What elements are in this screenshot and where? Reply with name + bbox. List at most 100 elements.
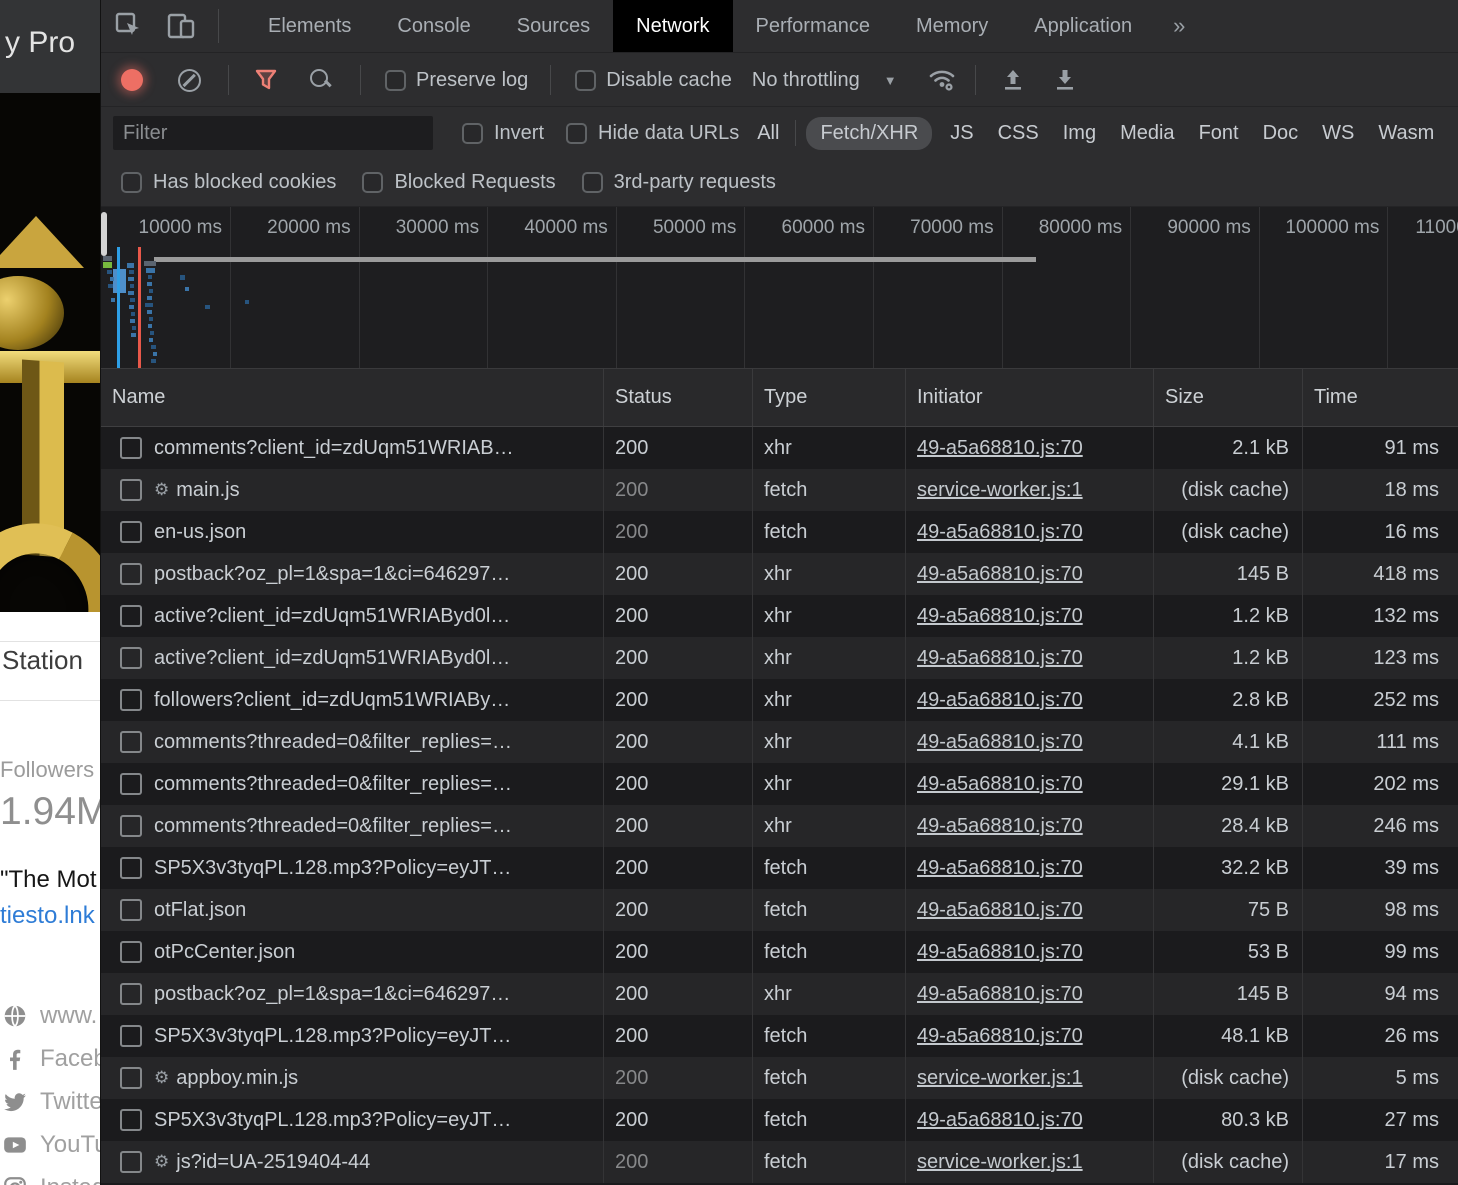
social-link[interactable]: Twitte <box>2 1080 100 1123</box>
inspect-element-icon[interactable] <box>114 11 144 41</box>
clear-network-log-icon[interactable] <box>178 69 201 92</box>
filter-type-doc[interactable]: Doc <box>1263 122 1299 145</box>
initiator-link[interactable]: 49-a5a68810.js:70 <box>917 437 1083 460</box>
initiator-link[interactable]: service-worker.js:1 <box>917 1151 1083 1174</box>
row-checkbox[interactable] <box>120 983 142 1005</box>
chevron-down-icon[interactable]: ▼ <box>884 73 897 88</box>
initiator-link[interactable]: 49-a5a68810.js:70 <box>917 1109 1083 1132</box>
3rd-party-requests-checkbox[interactable] <box>582 172 603 193</box>
request-name-cell[interactable]: active?client_id=zdUqm51WRIAByd0l… <box>101 637 604 679</box>
search-icon[interactable] <box>309 68 333 92</box>
initiator-link[interactable]: 49-a5a68810.js:70 <box>917 731 1083 754</box>
import-har-icon[interactable] <box>1000 67 1026 93</box>
record-network-log-button[interactable] <box>121 69 143 91</box>
row-checkbox[interactable] <box>120 1025 142 1047</box>
table-row[interactable]: ⚙js?id=UA-2519404-44200fetchservice-work… <box>101 1141 1458 1183</box>
column-header-type[interactable]: Type <box>753 369 906 426</box>
filter-type-all[interactable]: All <box>757 122 779 145</box>
tab-sources[interactable]: Sources <box>494 0 613 52</box>
request-name-cell[interactable]: comments?threaded=0&filter_replies=… <box>101 805 604 847</box>
request-name-cell[interactable]: SP5X3v3tyqPL.128.mp3?Policy=eyJT… <box>101 1099 604 1141</box>
export-har-icon[interactable] <box>1052 67 1078 93</box>
disable-cache-checkbox[interactable] <box>575 70 596 91</box>
request-name-cell[interactable]: comments?client_id=zdUqm51WRIAB… <box>101 427 604 469</box>
row-checkbox[interactable] <box>120 437 142 459</box>
table-row[interactable]: followers?client_id=zdUqm51WRIABy…200xhr… <box>101 679 1458 721</box>
initiator-link[interactable]: 49-a5a68810.js:70 <box>917 815 1083 838</box>
request-name-cell[interactable]: SP5X3v3tyqPL.128.mp3?Policy=eyJT… <box>101 847 604 889</box>
table-row[interactable]: postback?oz_pl=1&spa=1&ci=646297…200xhr4… <box>101 973 1458 1015</box>
filter-type-fetch-xhr[interactable]: Fetch/XHR <box>806 117 932 150</box>
column-header-status[interactable]: Status <box>604 369 753 426</box>
filter-type-media[interactable]: Media <box>1120 122 1174 145</box>
table-row[interactable]: en-us.json200fetch49-a5a68810.js:70(disk… <box>101 511 1458 553</box>
row-checkbox[interactable] <box>120 731 142 753</box>
initiator-link[interactable]: 49-a5a68810.js:70 <box>917 899 1083 922</box>
table-row[interactable]: SP5X3v3tyqPL.128.mp3?Policy=eyJT…200fetc… <box>101 847 1458 889</box>
filter-type-js[interactable]: JS <box>950 122 973 145</box>
request-name-cell[interactable]: comments?threaded=0&filter_replies=… <box>101 763 604 805</box>
network-overview-timeline[interactable]: 10000 ms20000 ms30000 ms40000 ms50000 ms… <box>101 207 1458 369</box>
table-row[interactable]: SP5X3v3tyqPL.128.mp3?Policy=eyJT…200fetc… <box>101 1015 1458 1057</box>
row-checkbox[interactable] <box>120 689 142 711</box>
request-name-cell[interactable]: en-us.json <box>101 511 604 553</box>
bio-link[interactable]: tiesto.lnk <box>0 902 95 930</box>
table-row[interactable]: postback?oz_pl=1&spa=1&ci=646297…200xhr4… <box>101 553 1458 595</box>
initiator-link[interactable]: 49-a5a68810.js:70 <box>917 605 1083 628</box>
request-name-cell[interactable]: ⚙js?id=UA-2519404-44 <box>101 1141 604 1183</box>
initiator-link[interactable]: 49-a5a68810.js:70 <box>917 983 1083 1006</box>
social-link[interactable]: YouTu <box>2 1123 100 1166</box>
filter-type-wasm[interactable]: Wasm <box>1378 122 1434 145</box>
row-checkbox[interactable] <box>120 773 142 795</box>
row-checkbox[interactable] <box>120 857 142 879</box>
row-checkbox[interactable] <box>120 563 142 585</box>
social-link[interactable]: www. <box>2 994 100 1037</box>
social-link[interactable]: Faceb <box>2 1037 100 1080</box>
hide-data-urls-checkbox[interactable] <box>566 123 587 144</box>
column-header-time[interactable]: Time <box>1303 369 1458 426</box>
try-pro-button[interactable]: y Pro <box>5 26 75 60</box>
request-name-cell[interactable]: comments?threaded=0&filter_replies=… <box>101 721 604 763</box>
device-toolbar-icon[interactable] <box>166 11 196 41</box>
filter-type-ws[interactable]: WS <box>1322 122 1354 145</box>
filter-type-img[interactable]: Img <box>1063 122 1096 145</box>
table-row[interactable]: ⚙main.js200fetchservice-worker.js:1(disk… <box>101 469 1458 511</box>
request-name-cell[interactable]: SP5X3v3tyqPL.128.mp3?Policy=eyJT… <box>101 1015 604 1057</box>
request-name-cell[interactable]: otPcCenter.json <box>101 931 604 973</box>
initiator-link[interactable]: service-worker.js:1 <box>917 479 1083 502</box>
tab-station[interactable]: Station <box>2 645 83 676</box>
initiator-link[interactable]: 49-a5a68810.js:70 <box>917 857 1083 880</box>
tab-network[interactable]: Network <box>613 0 732 52</box>
invert-checkbox[interactable] <box>462 123 483 144</box>
throttling-select[interactable]: No throttling <box>752 69 860 92</box>
blocked-requests-checkbox[interactable] <box>362 172 383 193</box>
table-row[interactable]: otFlat.json200fetch49-a5a68810.js:7075 B… <box>101 889 1458 931</box>
filter-type-font[interactable]: Font <box>1199 122 1239 145</box>
column-header-name[interactable]: Name <box>101 369 604 426</box>
row-checkbox[interactable] <box>120 899 142 921</box>
social-link[interactable]: Instag <box>2 1166 100 1185</box>
request-name-cell[interactable]: ⚙appboy.min.js <box>101 1057 604 1099</box>
tab-memory[interactable]: Memory <box>893 0 1011 52</box>
row-checkbox[interactable] <box>120 941 142 963</box>
table-row[interactable]: comments?threaded=0&filter_replies=…200x… <box>101 763 1458 805</box>
initiator-link[interactable]: 49-a5a68810.js:70 <box>917 689 1083 712</box>
tab-console[interactable]: Console <box>374 0 493 52</box>
initiator-link[interactable]: service-worker.js:1 <box>917 1067 1083 1090</box>
tab-performance[interactable]: Performance <box>733 0 894 52</box>
request-name-cell[interactable]: followers?client_id=zdUqm51WRIABy… <box>101 679 604 721</box>
row-checkbox[interactable] <box>120 815 142 837</box>
request-name-cell[interactable]: ⚙main.js <box>101 469 604 511</box>
request-name-cell[interactable]: postback?oz_pl=1&spa=1&ci=646297… <box>101 973 604 1015</box>
request-name-cell[interactable]: postback?oz_pl=1&spa=1&ci=646297… <box>101 553 604 595</box>
filter-type-css[interactable]: CSS <box>998 122 1039 145</box>
column-header-initiator[interactable]: Initiator <box>906 369 1154 426</box>
filter-funnel-icon[interactable] <box>253 67 279 93</box>
more-tabs-button[interactable]: » <box>1155 0 1203 52</box>
initiator-link[interactable]: 49-a5a68810.js:70 <box>917 521 1083 544</box>
initiator-link[interactable]: 49-a5a68810.js:70 <box>917 773 1083 796</box>
column-header-size[interactable]: Size <box>1154 369 1303 426</box>
table-row[interactable]: SP5X3v3tyqPL.128.mp3?Policy=eyJT…200fetc… <box>101 1099 1458 1141</box>
row-checkbox[interactable] <box>120 647 142 669</box>
row-checkbox[interactable] <box>120 521 142 543</box>
